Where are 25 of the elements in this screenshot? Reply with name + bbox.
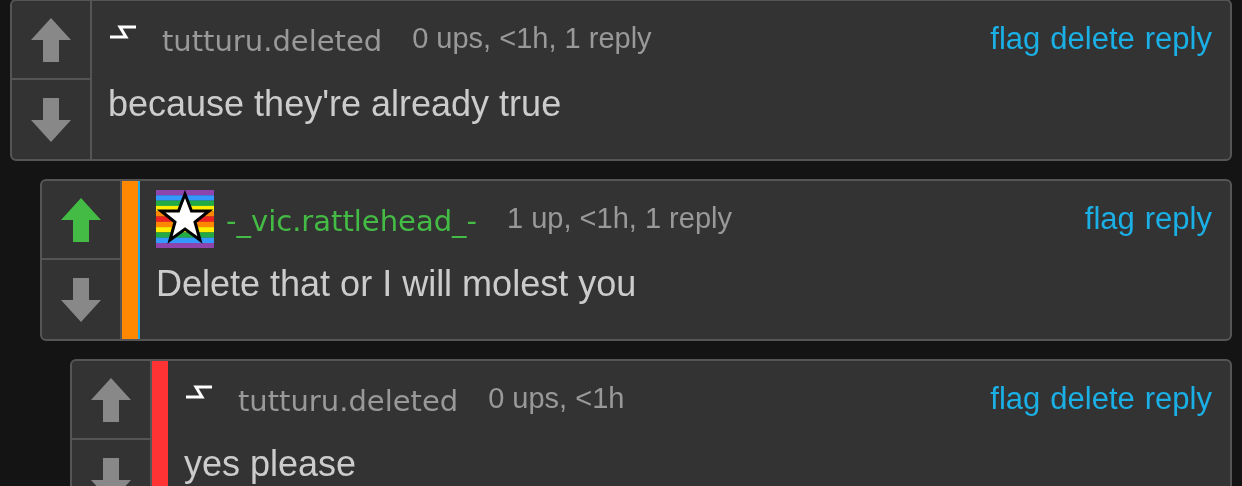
action-link[interactable]: reply: [1144, 195, 1212, 243]
upvote-arrow-icon[interactable]: [91, 377, 131, 422]
lightning-icon: [184, 384, 214, 400]
action-link[interactable]: flag: [1084, 195, 1135, 243]
action-link[interactable]: reply: [1144, 375, 1212, 423]
username-link[interactable]: tutturu.deleted: [162, 20, 383, 64]
comment-meta: 0 ups, <1h, 1 reply: [412, 21, 652, 57]
username-link[interactable]: -_vic.rattlehead_-: [226, 200, 478, 244]
downvote-arrow-icon[interactable]: [31, 97, 71, 142]
comment-meta: 1 up, <1h, 1 reply: [507, 201, 732, 237]
downvote-arrow-icon[interactable]: [61, 277, 101, 322]
comment-meta: 0 ups, <1h: [488, 381, 625, 417]
action-link[interactable]: delete: [1050, 15, 1135, 63]
username-link[interactable]: tutturu.deleted: [238, 380, 459, 424]
lightning-icon: [108, 24, 138, 40]
comment-text: because they're already true: [108, 85, 562, 123]
action-link[interactable]: delete: [1050, 375, 1135, 423]
upvote-arrow-icon[interactable]: [31, 17, 71, 62]
action-link[interactable]: flag: [990, 15, 1041, 63]
upvote-arrow-icon[interactable]: [61, 197, 101, 242]
comment-text: Delete that or I will molest you: [156, 265, 637, 303]
action-link[interactable]: flag: [990, 375, 1041, 423]
action-link[interactable]: reply: [1144, 15, 1212, 63]
comment-text: yes please: [184, 445, 357, 483]
avatar-icon: [156, 190, 214, 248]
